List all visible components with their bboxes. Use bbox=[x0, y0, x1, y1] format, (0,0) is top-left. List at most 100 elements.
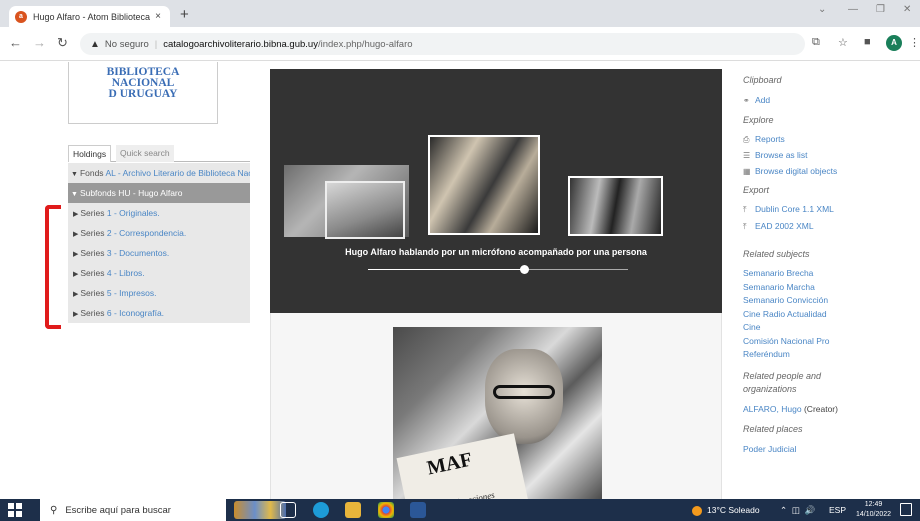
tray-icons[interactable]: ⌃ ◫ 🔊 bbox=[780, 499, 815, 521]
url-separator: | bbox=[154, 38, 158, 50]
treeview-tabs: Holdings Quick search bbox=[68, 145, 250, 162]
subject-link[interactable]: Semanario Brecha bbox=[743, 267, 813, 281]
share-icon[interactable]: ⧉ bbox=[812, 36, 820, 49]
collapsed-triangle-icon[interactable]: ▶ bbox=[73, 291, 78, 298]
task-view-icon[interactable] bbox=[280, 502, 296, 518]
person-link[interactable]: ALFARO, Hugo bbox=[743, 404, 802, 414]
restore-icon[interactable]: ❐ bbox=[876, 4, 885, 15]
new-tab-button[interactable]: + bbox=[180, 6, 189, 24]
expanded-triangle-icon[interactable]: ▼ bbox=[71, 171, 78, 178]
subject-link[interactable]: Cine bbox=[743, 321, 760, 335]
subject-link[interactable]: Comisión Nacional Pro Referéndum bbox=[743, 335, 868, 362]
menu-icon[interactable]: ⋮ bbox=[909, 36, 920, 49]
explore-heading: Explore bbox=[743, 115, 774, 125]
url-path: /index.php/hugo-alfaro bbox=[317, 38, 413, 50]
related-people-heading: Related people and organizations bbox=[743, 371, 822, 394]
clock-time: 12:49 bbox=[864, 501, 883, 508]
place-link[interactable]: Poder Judicial bbox=[743, 443, 796, 457]
bookmark-star-icon[interactable]: ☆ bbox=[838, 36, 848, 49]
file-explorer-icon[interactable] bbox=[345, 502, 361, 518]
collapsed-triangle-icon[interactable]: ▶ bbox=[73, 271, 78, 278]
expanded-triangle-icon[interactable]: ▼ bbox=[71, 191, 78, 198]
tree-item-series[interactable]: ▶ Series 6 - Iconografía. bbox=[68, 303, 250, 323]
sun-icon bbox=[692, 505, 702, 516]
tab-search-icon[interactable]: ⌄ bbox=[818, 4, 826, 15]
holdings-tree: ▼ Fonds AL - Archivo Literario de Bibliot… bbox=[68, 163, 250, 323]
add-to-clipboard-link[interactable]: ⚭ Add bbox=[743, 95, 770, 105]
tree-item-series[interactable]: ▶ Series 2 - Correspondencia. bbox=[68, 223, 250, 243]
weather-text: 13°C Soleado bbox=[707, 505, 760, 515]
tree-item-title[interactable]: 6 - Iconografía. bbox=[107, 308, 164, 318]
carousel-thumbnail[interactable] bbox=[325, 181, 405, 239]
security-label[interactable]: No seguro bbox=[105, 39, 149, 50]
profile-avatar[interactable]: A bbox=[886, 35, 902, 51]
tree-item-subfonds[interactable]: ▼ Subfonds HU - Hugo Alfaro bbox=[68, 183, 250, 203]
language-indicator[interactable]: ESP bbox=[829, 499, 846, 521]
tree-item-level: Series bbox=[80, 208, 105, 218]
add-label: Add bbox=[755, 95, 771, 105]
side-panel-icon[interactable]: ■ bbox=[864, 36, 871, 48]
favicon-icon: a bbox=[15, 10, 27, 23]
carousel-thumbnail[interactable] bbox=[568, 176, 663, 236]
edge-icon[interactable] bbox=[313, 502, 329, 518]
tree-item-level: Series bbox=[80, 288, 105, 298]
browser-tab[interactable]: a Hugo Alfaro - Atom Biblioteca N × bbox=[9, 6, 170, 27]
reload-icon[interactable]: ↻ bbox=[57, 36, 68, 50]
tree-item-level: Fonds bbox=[79, 168, 104, 178]
carousel-main-image[interactable] bbox=[428, 135, 540, 235]
tree-item-title[interactable]: 1 - Originales. bbox=[107, 208, 160, 218]
ead-export-link[interactable]: ⤒ EAD 2002 XML bbox=[743, 221, 814, 232]
digital-object-carousel: Hugo Alfaro hablando por un micrófono ac… bbox=[270, 69, 722, 313]
warning-icon[interactable]: ▲ bbox=[90, 39, 100, 50]
url-field[interactable]: ▲ No seguro | catalogoarchivoliterario.b… bbox=[80, 33, 805, 55]
collapsed-triangle-icon[interactable]: ▶ bbox=[73, 251, 78, 258]
library-logo[interactable]: BIBLIOTECA NACIONAL D URUGUAY bbox=[68, 62, 218, 124]
collapsed-triangle-icon[interactable]: ▶ bbox=[73, 311, 78, 318]
slider-handle[interactable] bbox=[520, 265, 529, 274]
taskbar-clock[interactable]: 12:49 14/10/2022 bbox=[856, 500, 891, 520]
tree-item-series[interactable]: ▶ Series 4 - Libros. bbox=[68, 263, 250, 283]
subject-link[interactable]: Cine Radio Actualidad bbox=[743, 308, 827, 322]
tree-item-title[interactable]: HU - Hugo Alfaro bbox=[118, 188, 182, 198]
upload-icon: ⤒ bbox=[743, 205, 747, 214]
browse-digital-label: Browse digital objects bbox=[755, 166, 838, 176]
taskbar-search-field[interactable]: ⚲ Escribe aquí para buscar bbox=[40, 499, 226, 521]
subject-link[interactable]: Semanario Marcha bbox=[743, 281, 815, 295]
main-digital-object-image[interactable]: MAF Exploraciones bbox=[393, 327, 602, 499]
dublin-core-label: Dublin Core 1.1 XML bbox=[755, 204, 834, 214]
tab-holdings[interactable]: Holdings bbox=[68, 145, 112, 162]
tree-item-series[interactable]: ▶ Series 1 - Originales. bbox=[68, 203, 250, 223]
forward-icon[interactable]: → bbox=[33, 36, 46, 50]
tree-item-series[interactable]: ▶ Series 3 - Documentos. bbox=[68, 243, 250, 263]
back-icon[interactable]: ← bbox=[9, 36, 22, 50]
close-window-icon[interactable]: ✕ bbox=[903, 4, 911, 15]
search-highlight-image[interactable] bbox=[234, 501, 286, 519]
tree-item-title[interactable]: 4 - Libros. bbox=[107, 268, 145, 278]
weather-widget[interactable]: 13°C Soleado bbox=[692, 499, 760, 521]
collapsed-triangle-icon[interactable]: ▶ bbox=[73, 231, 78, 238]
browse-digital-objects-link[interactable]: ▦ Browse digital objects bbox=[743, 166, 837, 176]
tree-item-title[interactable]: 5 - Impresos. bbox=[107, 288, 157, 298]
windows-start-icon[interactable] bbox=[8, 503, 22, 517]
word-icon[interactable] bbox=[410, 502, 426, 518]
reports-link[interactable]: ⎙ Reports bbox=[743, 134, 785, 145]
notification-icon[interactable] bbox=[900, 503, 912, 516]
tab-quick-search[interactable]: Quick search bbox=[116, 145, 174, 162]
collapsed-triangle-icon[interactable]: ▶ bbox=[73, 211, 78, 218]
tree-item-level: Series bbox=[80, 228, 105, 238]
subject-link[interactable]: Semanario Convicción bbox=[743, 294, 828, 308]
minimize-icon[interactable]: — bbox=[848, 4, 858, 15]
close-tab-icon[interactable]: × bbox=[152, 11, 164, 22]
browse-as-list-link[interactable]: ☰ Browse as list bbox=[743, 150, 807, 160]
browser-tabstrip: a Hugo Alfaro - Atom Biblioteca N × + ⌄ … bbox=[0, 0, 920, 27]
address-bar: ← → ↻ ▲ No seguro | catalogoarchivoliter… bbox=[0, 27, 920, 61]
tree-item-series[interactable]: ▶ Series 5 - Impresos. bbox=[68, 283, 250, 303]
carousel-slider[interactable] bbox=[368, 265, 628, 274]
tree-item-fonds[interactable]: ▼ Fonds AL - Archivo Literario de Bibliot… bbox=[68, 163, 250, 183]
tree-item-title[interactable]: AL - Archivo Literario de Biblioteca Nac… bbox=[105, 168, 250, 178]
tree-item-title[interactable]: 3 - Documentos. bbox=[107, 248, 169, 258]
tree-item-title[interactable]: 2 - Correspondencia. bbox=[107, 228, 186, 238]
print-icon: ⎙ bbox=[743, 135, 750, 144]
dublin-core-export-link[interactable]: ⤒ Dublin Core 1.1 XML bbox=[743, 204, 834, 215]
chrome-icon[interactable] bbox=[378, 502, 394, 518]
